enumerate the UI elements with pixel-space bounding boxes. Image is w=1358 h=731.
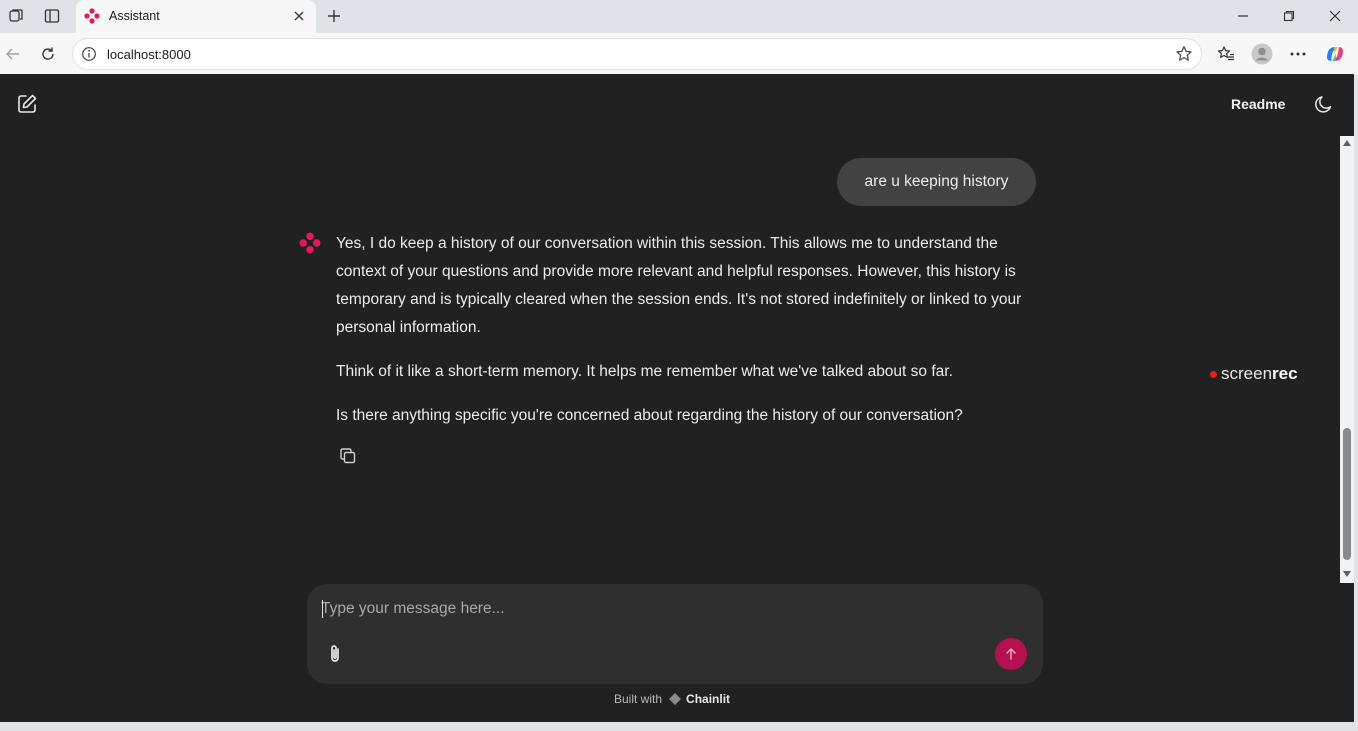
assistant-paragraph: Think of it like a short-term memory. It… bbox=[336, 363, 953, 380]
text-caret bbox=[322, 600, 323, 618]
assistant-message: Yes, I do keep a history of our conversa… bbox=[336, 230, 1041, 446]
window-bottom-edge bbox=[0, 722, 1358, 731]
built-with-brand: Chainlit bbox=[686, 692, 731, 706]
arrow-up-icon bbox=[1006, 648, 1016, 660]
back-icon[interactable] bbox=[2, 43, 24, 65]
assistant-avatar-icon bbox=[299, 232, 321, 254]
message-input[interactable] bbox=[321, 596, 1001, 622]
user-message: are u keeping history bbox=[837, 158, 1036, 206]
chainlit-logo-icon bbox=[84, 8, 100, 24]
star-icon[interactable] bbox=[1175, 45, 1193, 63]
message-composer bbox=[307, 584, 1043, 684]
browser-tab-bar: Assistant bbox=[0, 0, 1358, 33]
plus-icon[interactable] bbox=[324, 6, 344, 26]
info-icon[interactable] bbox=[81, 46, 97, 62]
scrollbar-thumb[interactable] bbox=[1343, 428, 1351, 560]
scroll-down-icon[interactable] bbox=[1343, 571, 1351, 577]
chainlit-footer-logo-icon bbox=[669, 693, 682, 705]
chat-app: Readme are u keeping history Yes, I do k… bbox=[0, 74, 1354, 722]
watermark-text-bold: rec bbox=[1272, 364, 1298, 383]
vertical-tabs-icon[interactable] bbox=[42, 6, 62, 26]
close-window-icon[interactable] bbox=[1325, 6, 1345, 26]
watermark-text: screen bbox=[1221, 364, 1273, 383]
url-text: localhost:8000 bbox=[107, 47, 191, 62]
readme-button[interactable]: Readme bbox=[1231, 96, 1285, 112]
record-dot-icon bbox=[1210, 370, 1217, 378]
minimize-icon[interactable] bbox=[1233, 6, 1253, 26]
close-icon[interactable] bbox=[290, 7, 308, 25]
assistant-paragraph: Is there anything specific you're concer… bbox=[336, 407, 963, 424]
copy-icon[interactable] bbox=[339, 447, 357, 465]
address-bar[interactable]: localhost:8000 bbox=[72, 38, 1202, 70]
browser-tab[interactable]: Assistant bbox=[76, 0, 316, 33]
built-with-footer[interactable]: Built with Chainlit bbox=[614, 692, 730, 706]
more-icon[interactable] bbox=[1287, 43, 1309, 65]
built-with-text: Built with bbox=[614, 692, 663, 706]
tab-actions-icon[interactable] bbox=[6, 6, 26, 26]
profile-icon[interactable] bbox=[1251, 43, 1273, 65]
reload-icon[interactable] bbox=[37, 43, 59, 65]
restore-icon[interactable] bbox=[1279, 6, 1299, 26]
screenrec-watermark: screen rec bbox=[1210, 364, 1298, 384]
favorites-icon[interactable] bbox=[1215, 43, 1237, 65]
browser-toolbar: localhost:8000 bbox=[0, 33, 1358, 75]
tab-title: Assistant bbox=[109, 9, 160, 23]
scrollbar[interactable] bbox=[1340, 136, 1354, 583]
assistant-paragraph: Yes, I do keep a history of our conversa… bbox=[336, 235, 1022, 336]
new-chat-icon[interactable] bbox=[16, 93, 38, 115]
send-button[interactable] bbox=[995, 638, 1027, 670]
scroll-up-icon[interactable] bbox=[1343, 140, 1351, 146]
moon-icon[interactable] bbox=[1314, 94, 1334, 114]
copilot-icon[interactable] bbox=[1324, 43, 1346, 65]
paperclip-icon[interactable] bbox=[325, 643, 345, 665]
